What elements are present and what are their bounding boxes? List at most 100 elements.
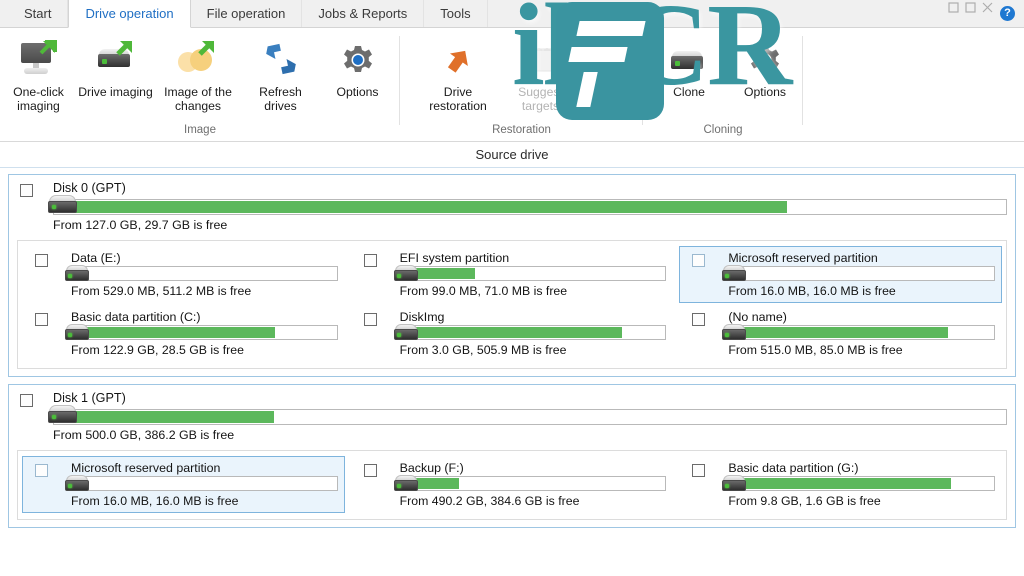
window-controls[interactable]: [948, 2, 994, 14]
disk-header-1[interactable]: Disk 1 (GPT) From 500.0 GB, 386.2 GB is …: [17, 391, 1007, 442]
tab-tools[interactable]: Tools: [424, 0, 488, 27]
partition-summary: From 122.9 GB, 28.5 GB is free: [71, 343, 244, 357]
partition-summary: From 515.0 MB, 85.0 MB is free: [728, 343, 903, 357]
partition-row[interactable]: Basic data partition (C:) From 122.9 GB,…: [22, 305, 345, 362]
partition-checkbox[interactable]: [692, 313, 706, 331]
button-label: Options: [743, 85, 786, 99]
partition-row[interactable]: EFI system partition From 99.0 MB, 71.0 …: [351, 246, 674, 303]
partition-summary: From 9.8 GB, 1.6 GB is free: [728, 494, 881, 508]
ribbon-tab-strip: Start Drive operation File operation Job…: [0, 0, 1024, 28]
ribbon: One-click imaging Drive imaging Image of…: [0, 28, 1024, 142]
disk-0-usage-bar: [53, 199, 1007, 215]
disk-1-title: Disk 1 (GPT): [53, 391, 126, 405]
partition-checkbox[interactable]: [35, 313, 48, 331]
partition-row-selected[interactable]: Microsoft reserved partition From 16.0 M…: [679, 246, 1002, 303]
partition-usage-bar: [399, 266, 667, 281]
disk-0-checkbox[interactable]: [20, 184, 33, 202]
partition-title: (No name): [728, 310, 787, 324]
button-label: Options: [336, 85, 379, 99]
partition-checkbox[interactable]: [363, 464, 377, 482]
refresh-arrows-icon: [259, 36, 303, 83]
partition-title: DiskImg: [399, 310, 445, 324]
restore-arrow-icon: [436, 36, 480, 83]
partition-summary: From 490.2 GB, 384.6 GB is free: [399, 494, 580, 508]
partition-usage-bar: [399, 325, 667, 340]
partition-title: Basic data partition (C:): [71, 310, 201, 324]
partition-row[interactable]: Basic data partition (G:) From 9.8 GB, 1…: [679, 456, 1002, 513]
source-drive-title: Source drive: [475, 147, 549, 162]
group-name-cloning: Cloning: [703, 124, 743, 136]
partition-title: Microsoft reserved partition: [71, 461, 221, 475]
partition-usage-bar: [399, 476, 667, 491]
one-click-imaging-button[interactable]: One-click imaging: [0, 34, 77, 113]
button-label: One-click imaging: [13, 85, 64, 113]
group-name-restoration: Restoration: [492, 124, 551, 136]
help-icon[interactable]: ?: [1000, 6, 1015, 21]
clone-button[interactable]: Clone: [651, 34, 727, 99]
partition-checkbox[interactable]: [692, 254, 706, 272]
refresh-drives-button[interactable]: Refresh drives: [242, 34, 319, 113]
tab-drive-operation[interactable]: Drive operation: [68, 0, 191, 28]
group-name-image: Image: [184, 124, 216, 136]
clone-drive-icon: [667, 36, 711, 83]
image-of-the-changes-button[interactable]: Image of the changes: [154, 34, 242, 113]
help-label: ?: [1004, 7, 1011, 19]
disk-0-summary: From 127.0 GB, 29.7 GB is free: [53, 218, 228, 232]
tab-start[interactable]: Start: [8, 0, 69, 27]
partition-checkbox[interactable]: [363, 254, 377, 272]
disk-1-checkbox[interactable]: [20, 394, 33, 412]
partition-title: Backup (F:): [399, 461, 464, 475]
ribbon-group-image: One-click imaging Drive imaging Image of…: [0, 28, 400, 141]
partition-usage-bar: [728, 325, 995, 340]
application-window: Start Drive operation File operation Job…: [0, 0, 1024, 576]
tab-label: File operation: [206, 6, 286, 21]
button-label: Suggest targets: [518, 85, 563, 113]
partition-summary: From 529.0 MB, 511.2 MB is free: [71, 284, 252, 298]
partition-checkbox[interactable]: [363, 313, 377, 331]
suggest-targets-button: Suggest targets: [502, 34, 579, 113]
disk-group-0: Disk 0 (GPT) From 127.0 GB, 29.7 GB is f…: [8, 174, 1016, 377]
tab-file-operation[interactable]: File operation: [190, 0, 303, 27]
drive-restoration-button[interactable]: Drive restoration: [414, 34, 502, 113]
partition-checkbox[interactable]: [692, 464, 706, 482]
partition-title: Data (E:): [71, 251, 121, 265]
partition-row[interactable]: Backup (F:) From 490.2 GB, 384.6 GB is f…: [351, 456, 674, 513]
partition-summary: From 3.0 GB, 505.9 MB is free: [399, 343, 567, 357]
partition-usage-bar: [71, 266, 338, 281]
disk-group-1: Disk 1 (GPT) From 500.0 GB, 386.2 GB is …: [8, 384, 1016, 528]
disk-1-usage-bar: [53, 409, 1007, 425]
partition-summary: From 16.0 MB, 16.0 MB is free: [71, 494, 239, 508]
partition-usage-bar: [71, 325, 338, 340]
tab-label: Start: [24, 6, 52, 21]
partition-summary: From 16.0 MB, 16.0 MB is free: [728, 284, 896, 298]
group-separator: [802, 36, 803, 125]
options-button[interactable]: Options: [319, 34, 396, 99]
gear-icon: [336, 36, 380, 83]
partition-usage-bar: [728, 476, 995, 491]
incremental-image-icon: [176, 36, 220, 83]
gear-icon: [743, 36, 787, 83]
disk-header-0[interactable]: Disk 0 (GPT) From 127.0 GB, 29.7 GB is f…: [17, 181, 1007, 232]
partition-row-selected[interactable]: Microsoft reserved partition From 16.0 M…: [22, 456, 345, 513]
partition-row[interactable]: Data (E:) From 529.0 MB, 511.2 MB is fre…: [22, 246, 345, 303]
tab-strip-filler: [487, 0, 1024, 27]
partition-title: Microsoft reserved partition: [728, 251, 878, 265]
disk-1-partition-grid: Microsoft reserved partition From 16.0 M…: [17, 450, 1007, 520]
button-label: Drive restoration: [429, 85, 487, 113]
suggest-targets-icon: [519, 36, 563, 83]
partition-row[interactable]: DiskImg From 3.0 GB, 505.9 MB is free: [351, 305, 674, 362]
partition-row[interactable]: (No name) From 515.0 MB, 85.0 MB is free: [679, 305, 1002, 362]
drive-imaging-button[interactable]: Drive imaging: [77, 34, 154, 99]
partition-checkbox[interactable]: [35, 464, 48, 482]
disk-1-summary: From 500.0 GB, 386.2 GB is free: [53, 428, 235, 442]
tab-label: Tools: [440, 6, 471, 21]
button-label: Refresh drives: [259, 85, 302, 113]
tab-jobs-reports[interactable]: Jobs & Reports: [302, 0, 425, 27]
partition-checkbox[interactable]: [35, 254, 48, 272]
partition-title: EFI system partition: [399, 251, 510, 265]
partition-usage-bar: [71, 476, 338, 491]
monitor-export-icon: [17, 36, 61, 83]
disk-0-partition-grid: Data (E:) From 529.0 MB, 511.2 MB is fre…: [17, 240, 1007, 369]
cloning-options-button[interactable]: Options: [727, 34, 803, 99]
button-label: Drive imaging: [78, 85, 153, 99]
